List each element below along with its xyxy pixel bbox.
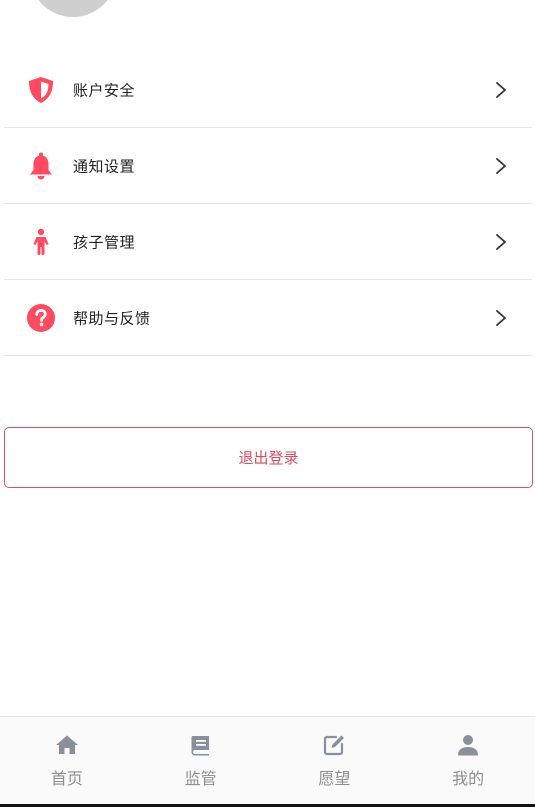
- chevron-right-icon: [494, 81, 508, 99]
- chevron-right-icon: [494, 309, 508, 327]
- menu-item-label: 账户安全: [73, 81, 136, 99]
- menu-item-label: 帮助与反馈: [73, 309, 151, 327]
- tab-wish[interactable]: 愿望: [268, 717, 402, 805]
- user-icon: [456, 733, 480, 757]
- menu-item-label: 通知设置: [73, 157, 136, 175]
- bell-icon: [26, 151, 56, 181]
- menu-item-notification-settings[interactable]: 通知设置: [4, 128, 532, 204]
- avatar[interactable]: [30, 0, 116, 17]
- menu-item-account-security[interactable]: 账户安全: [4, 52, 532, 128]
- settings-menu: 账户安全 通知设置 孩子管理 帮助与反馈: [4, 52, 532, 356]
- tab-label: 愿望: [318, 769, 351, 788]
- tab-label: 监管: [184, 769, 217, 788]
- tab-supervise[interactable]: 监管: [134, 717, 268, 805]
- chevron-right-icon: [494, 233, 508, 251]
- logout-button[interactable]: 退出登录: [4, 427, 533, 488]
- home-icon: [55, 733, 79, 757]
- chevron-right-icon: [494, 157, 508, 175]
- book-icon: [189, 733, 213, 757]
- menu-item-help-feedback[interactable]: 帮助与反馈: [4, 280, 532, 356]
- child-icon: [26, 227, 56, 257]
- bottom-tab-bar: 首页 监管 愿望 我的: [0, 716, 535, 805]
- profile-page: 账户安全 通知设置 孩子管理 帮助与反馈 退出登录 首页 监管 愿望 我的: [0, 0, 535, 807]
- tab-label: 我的: [452, 769, 485, 788]
- tab-mine[interactable]: 我的: [401, 717, 535, 805]
- menu-item-label: 孩子管理: [73, 233, 136, 251]
- question-icon: [26, 303, 56, 333]
- edit-icon: [322, 733, 346, 757]
- menu-item-child-management[interactable]: 孩子管理: [4, 204, 532, 280]
- shield-icon: [26, 75, 56, 105]
- tab-home[interactable]: 首页: [0, 717, 134, 805]
- tab-label: 首页: [50, 769, 83, 788]
